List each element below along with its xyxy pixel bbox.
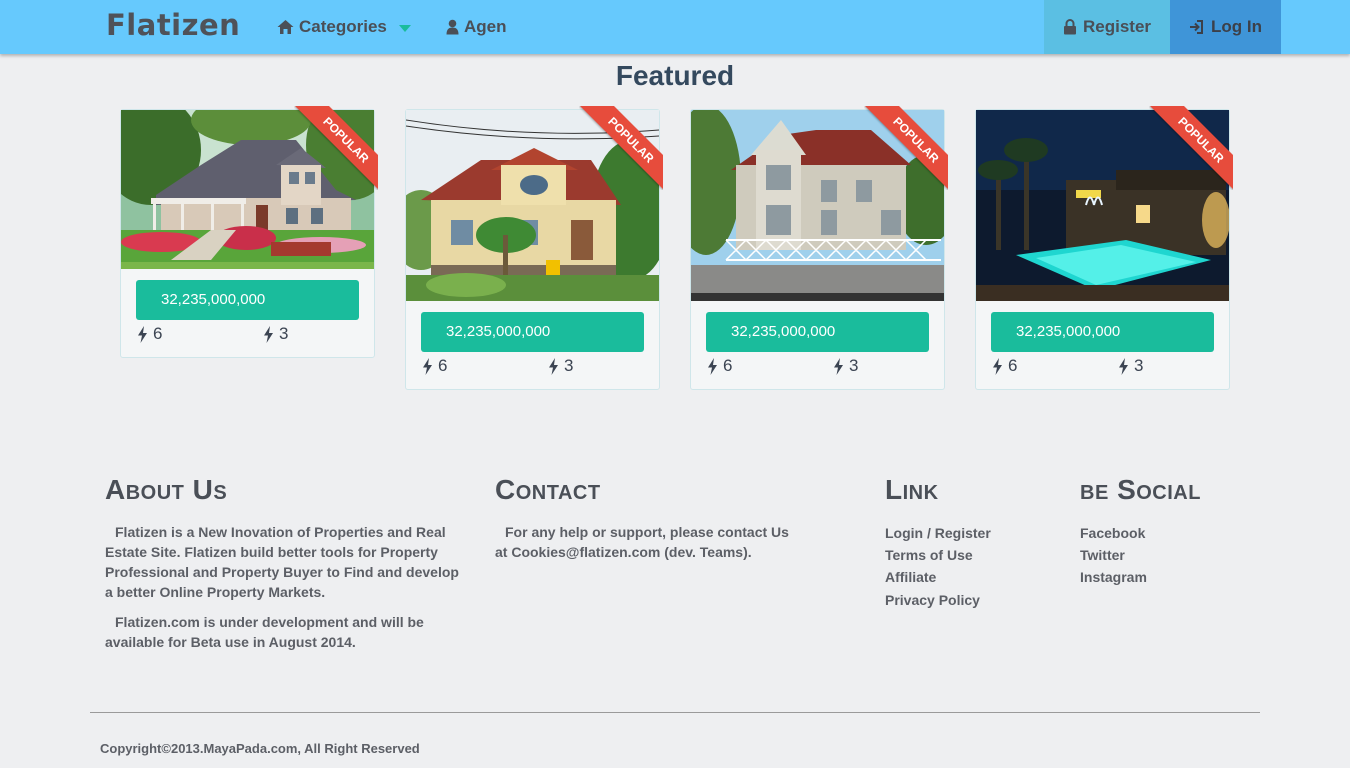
featured-title: Featured — [615, 60, 735, 91]
footer-link-terms[interactable]: Terms of Use — [885, 547, 973, 563]
property-card[interactable]: POPULAR 32,235,000,000 6 3 — [690, 106, 948, 390]
register-label: Register — [1082, 17, 1152, 36]
social-heading: be Social — [1080, 474, 1201, 505]
stat-item: 6 — [707, 356, 732, 376]
user-icon — [446, 19, 459, 35]
stat-value: 3 — [849, 356, 859, 375]
login-label: Log In — [1211, 17, 1262, 36]
nav-categories[interactable]: Categories — [277, 0, 411, 54]
property-card[interactable]: POPULAR 32,235,000,000 6 3 — [120, 106, 378, 358]
footer-link-affiliate[interactable]: Affiliate — [885, 569, 936, 585]
price-button[interactable]: 32,235,000,000 — [706, 312, 929, 352]
stat-item: 6 — [992, 356, 1017, 376]
about-text-1: Flatizen is a New Inovation of Propertie… — [105, 524, 459, 600]
stat-item: 3 — [1118, 356, 1143, 376]
contact-text: For any help or support, please contact … — [495, 524, 789, 560]
about-paragraph: Flatizen.com is under development and wi… — [105, 612, 445, 652]
bolt-icon — [423, 357, 432, 375]
stat-value: 6 — [1008, 356, 1018, 375]
stat-item: 6 — [137, 324, 162, 344]
price-button[interactable]: 32,235,000,000 — [136, 280, 359, 320]
about-heading: About Us — [105, 474, 228, 505]
navbar: Flatizen Categories Agen Register Log In — [0, 0, 1350, 54]
bolt-icon — [264, 325, 273, 343]
price-button[interactable]: 32,235,000,000 — [991, 312, 1214, 352]
sign-in-icon — [1190, 20, 1203, 34]
popular-ribbon-label: POPULAR — [295, 106, 378, 190]
logo[interactable]: Flatizen — [106, 8, 240, 42]
footer-link-twitter[interactable]: Twitter — [1080, 547, 1125, 563]
footer-link-login-register[interactable]: Login / Register — [885, 525, 991, 541]
copyright: Copyright©2013.MayaPada.com, All Right R… — [100, 741, 420, 756]
stat-item: 3 — [833, 356, 858, 376]
footer-link-instagram[interactable]: Instagram — [1080, 569, 1147, 585]
contact-paragraph: For any help or support, please contact … — [495, 522, 805, 562]
register-button[interactable]: Register — [1044, 0, 1170, 54]
bolt-icon — [1119, 357, 1128, 375]
footer-link-privacy[interactable]: Privacy Policy — [885, 592, 980, 608]
popular-ribbon-label: POPULAR — [865, 106, 948, 190]
bolt-icon — [549, 357, 558, 375]
chevron-down-icon — [398, 24, 411, 32]
stat-value: 6 — [438, 356, 448, 375]
popular-ribbon: POPULAR — [1149, 106, 1233, 190]
bolt-icon — [993, 357, 1002, 375]
nav-categories-label: Categories — [299, 17, 387, 36]
stat-value: 3 — [1134, 356, 1144, 375]
stat-value: 3 — [279, 324, 289, 343]
property-card[interactable]: POPULAR 32,235,000,000 6 3 — [975, 106, 1233, 390]
stat-value: 3 — [564, 356, 574, 375]
footer-link-facebook[interactable]: Facebook — [1080, 525, 1145, 541]
contact-heading: Contact — [495, 474, 601, 505]
popular-ribbon: POPULAR — [294, 106, 378, 190]
stat-item: 3 — [263, 324, 288, 344]
stat-item: 3 — [548, 356, 573, 376]
login-button[interactable]: Log In — [1170, 0, 1281, 54]
bolt-icon — [834, 357, 843, 375]
property-card[interactable]: POPULAR 32,235,000,000 6 3 — [405, 106, 663, 390]
bolt-icon — [708, 357, 717, 375]
about-paragraph: Flatizen is a New Inovation of Propertie… — [105, 522, 460, 602]
stat-item: 6 — [422, 356, 447, 376]
home-icon — [277, 20, 294, 34]
nav-agen-label: Agen — [464, 17, 507, 36]
popular-ribbon: POPULAR — [864, 106, 948, 190]
nav-agen[interactable]: Agen — [446, 0, 507, 54]
link-heading: Link — [885, 474, 939, 505]
stat-value: 6 — [723, 356, 733, 375]
about-text-2: Flatizen.com is under development and wi… — [105, 614, 424, 650]
lock-icon — [1063, 19, 1076, 35]
footer-divider — [90, 712, 1260, 713]
popular-ribbon-label: POPULAR — [1150, 106, 1233, 190]
price-button[interactable]: 32,235,000,000 — [421, 312, 644, 352]
popular-ribbon-label: POPULAR — [580, 106, 663, 190]
popular-ribbon: POPULAR — [579, 106, 663, 190]
stat-value: 6 — [153, 324, 163, 343]
bolt-icon — [138, 325, 147, 343]
